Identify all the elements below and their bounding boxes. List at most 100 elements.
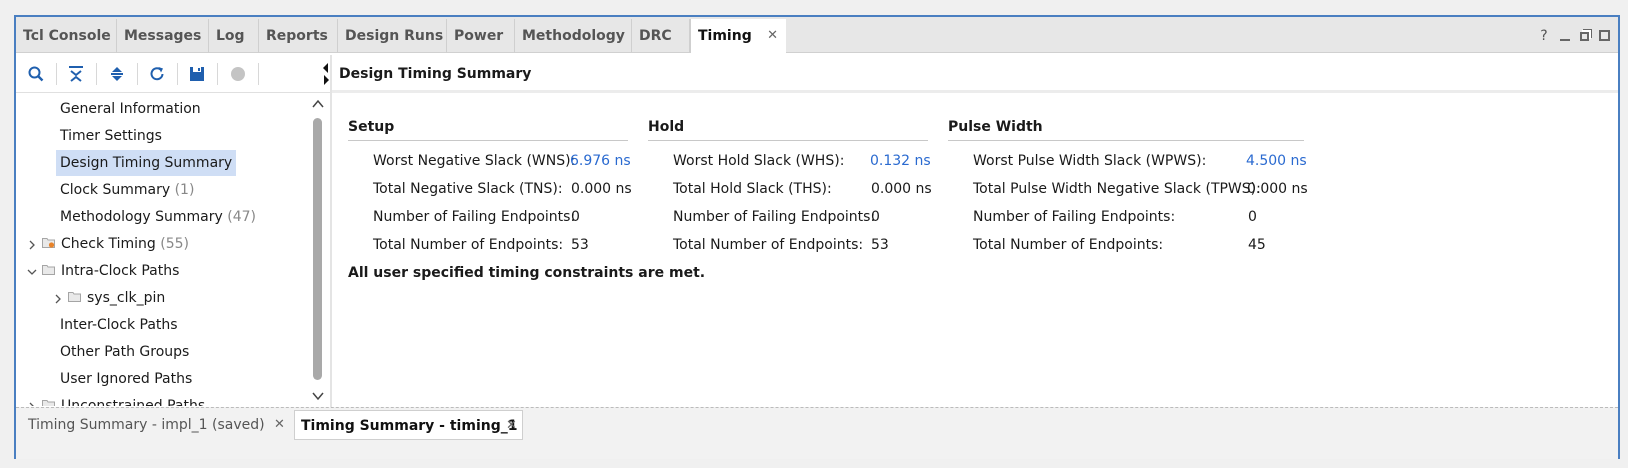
- chevron-right-icon[interactable]: [27, 401, 37, 406]
- save-icon[interactable]: [185, 62, 209, 86]
- warning-folder-icon: [42, 231, 55, 257]
- chevron-right-icon[interactable]: [53, 293, 63, 304]
- tab-bar: Tcl Console Messages Log Reports Design …: [16, 17, 1618, 53]
- wns-value-link[interactable]: 6.976 ns: [570, 151, 631, 171]
- panel-title: Design Timing Summary: [339, 66, 532, 82]
- setup-total-label: Total Number of Endpoints:: [373, 237, 564, 253]
- tree-item-other-path-groups[interactable]: Other Path Groups: [60, 339, 189, 365]
- tree-item-check-timing[interactable]: Check Timing (55): [42, 231, 189, 257]
- tree-scrollbar[interactable]: [308, 94, 330, 406]
- tab-timing[interactable]: Timing ✕: [690, 19, 786, 53]
- ths-value: 0.000 ns: [871, 181, 932, 197]
- window-controls: ?: [1538, 29, 1610, 43]
- maximize-icon[interactable]: [1599, 30, 1610, 41]
- minimize-icon[interactable]: [1560, 33, 1570, 41]
- chevron-up-icon[interactable]: [311, 98, 325, 110]
- tree-item-label: Unconstrained Paths: [61, 398, 206, 406]
- folder-icon: [42, 258, 55, 284]
- wpws-value-link[interactable]: 4.500 ns: [1246, 151, 1307, 171]
- chevron-down-icon[interactable]: [311, 390, 325, 402]
- tree-item-user-ignored-paths[interactable]: User Ignored Paths: [60, 366, 192, 392]
- constraints-met-message: All user specified timing constraints ar…: [348, 265, 706, 281]
- restore-icon[interactable]: [1580, 32, 1589, 41]
- tree-item-general-information[interactable]: General Information: [60, 96, 201, 122]
- close-icon[interactable]: ✕: [274, 410, 285, 440]
- report-tab-bar: Timing Summary - impl_1 (saved) ✕ Timing…: [16, 407, 1618, 459]
- tree-item-sys-clk-pin[interactable]: sys_clk_pin: [68, 285, 165, 311]
- tpws-label: Total Pulse Width Negative Slack (TPWS):: [973, 181, 1261, 197]
- setup-total-value: 53: [571, 237, 589, 253]
- setup-failing-value: 0: [571, 209, 580, 225]
- tree-item-timer-settings[interactable]: Timer Settings: [60, 123, 162, 149]
- tree-item-inter-clock-paths[interactable]: Inter-Clock Paths: [60, 312, 178, 338]
- panel-header: Design Timing Summary: [332, 55, 1618, 93]
- whs-label: Worst Hold Slack (WHS):: [673, 153, 845, 169]
- folder-icon: [68, 285, 81, 311]
- tree-item-label: Intra-Clock Paths: [61, 263, 180, 279]
- tree-item-label: sys_clk_pin: [87, 290, 166, 306]
- close-icon[interactable]: ✕: [767, 19, 778, 53]
- hold-total-value: 53: [871, 237, 889, 253]
- tab-reports[interactable]: Reports: [259, 19, 338, 53]
- chevron-right-icon[interactable]: [27, 239, 37, 250]
- tab-timing-summary-impl-1[interactable]: Timing Summary - impl_1 (saved) ✕: [16, 410, 298, 440]
- tree-item-methodology-summary[interactable]: Methodology Summary (47): [60, 204, 256, 230]
- tree-item-design-timing-summary[interactable]: Design Timing Summary: [56, 150, 237, 176]
- tab-drc[interactable]: DRC: [632, 19, 690, 53]
- pulse-failing-label: Number of Failing Endpoints:: [973, 209, 1176, 225]
- tree-item-label: Methodology Summary: [60, 209, 223, 225]
- tab-timing-summary-timing-1[interactable]: Timing Summary - timing_1 ✕: [294, 410, 523, 440]
- pane-splitter[interactable]: [330, 55, 332, 407]
- tree-item-label: Clock Summary: [60, 182, 171, 198]
- tab-methodology[interactable]: Methodology: [515, 19, 632, 53]
- tree-item-clock-summary[interactable]: Clock Summary (1): [60, 177, 194, 203]
- tab-tcl-console[interactable]: Tcl Console: [16, 19, 117, 53]
- tree-item-intra-clock-paths[interactable]: Intra-Clock Paths: [42, 258, 179, 284]
- pulse-total-value: 45: [1248, 237, 1266, 253]
- collapse-all-icon[interactable]: [64, 62, 88, 86]
- tree-toolbar: [16, 55, 330, 93]
- expand-all-icon[interactable]: [105, 62, 129, 86]
- stop-icon[interactable]: [226, 62, 250, 86]
- wpws-label: Worst Pulse Width Slack (WPWS):: [973, 153, 1207, 169]
- count-badge: (47): [227, 209, 257, 225]
- ths-label: Total Hold Slack (THS):: [673, 181, 832, 197]
- tpws-value: 0.000 ns: [1247, 181, 1308, 197]
- tree-item-label: Check Timing: [61, 236, 156, 252]
- setup-failing-label: Number of Failing Endpoints:: [373, 209, 576, 225]
- hold-failing-label: Number of Failing Endpoints:: [673, 209, 876, 225]
- report-tree: General Information Timer Settings Desig…: [16, 94, 308, 406]
- pulse-failing-value: 0: [1248, 209, 1257, 225]
- close-icon[interactable]: ✕: [506, 411, 517, 441]
- folder-icon: [42, 393, 55, 406]
- setup-section-heading: Setup: [348, 119, 628, 141]
- search-icon[interactable]: [24, 62, 48, 86]
- tab-design-runs[interactable]: Design Runs: [338, 19, 447, 53]
- pulse-section-heading: Pulse Width: [948, 119, 1304, 141]
- setup-heading: Setup: [348, 119, 628, 141]
- count-badge: (1): [174, 182, 195, 198]
- refresh-icon[interactable]: [145, 62, 169, 86]
- tns-value: 0.000 ns: [571, 181, 632, 197]
- tab-power[interactable]: Power: [447, 19, 515, 53]
- hold-heading: Hold: [648, 119, 928, 141]
- tab-label: Timing Summary - impl_1 (saved): [28, 417, 265, 433]
- chevron-down-icon[interactable]: [27, 266, 37, 276]
- whs-value-link[interactable]: 0.132 ns: [870, 151, 931, 171]
- tns-label: Total Negative Slack (TNS):: [373, 181, 563, 197]
- hold-section-heading: Hold: [648, 119, 928, 141]
- pulse-total-label: Total Number of Endpoints:: [973, 237, 1164, 253]
- count-badge: (55): [160, 236, 190, 252]
- scrollbar-thumb[interactable]: [313, 118, 322, 380]
- hold-total-label: Total Number of Endpoints:: [673, 237, 864, 253]
- hold-failing-value: 0: [871, 209, 880, 225]
- pulse-heading: Pulse Width: [948, 119, 1304, 141]
- collapse-pane-icon[interactable]: [322, 61, 330, 87]
- tree-item-unconstrained-paths[interactable]: Unconstrained Paths: [42, 393, 205, 406]
- tab-messages[interactable]: Messages: [117, 19, 209, 53]
- tab-label: Timing Summary - timing_1: [301, 418, 518, 434]
- wns-label: Worst Negative Slack (WNS):: [373, 153, 576, 169]
- tab-log[interactable]: Log: [209, 19, 259, 53]
- tab-timing-label: Timing: [698, 28, 752, 44]
- help-icon[interactable]: ?: [1538, 29, 1550, 43]
